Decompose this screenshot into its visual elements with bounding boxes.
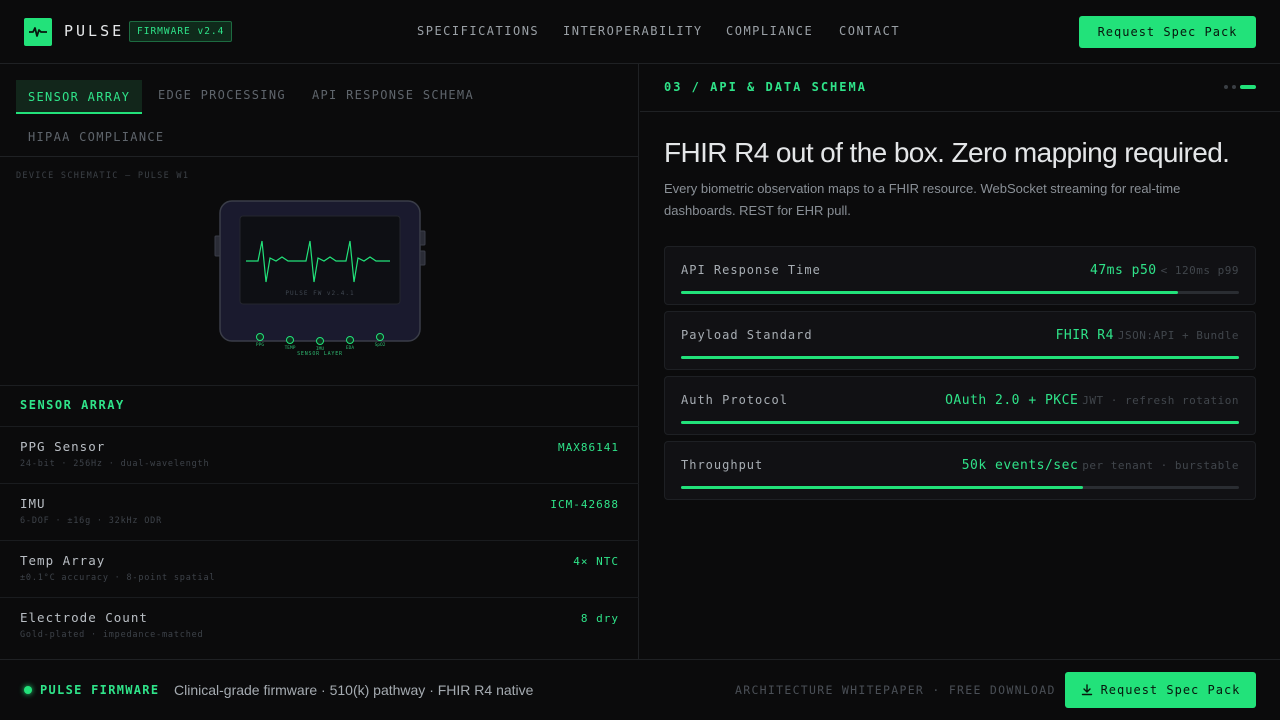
spec-value: 8 dry: [580, 612, 619, 625]
footer-brand: PULSE FIRMWARE: [40, 683, 160, 697]
pad-label-eda: EDA: [346, 345, 354, 351]
metric-main: OAuth 2.0 + PKCE: [945, 393, 1079, 408]
request-spec-pack-label: Request Spec Pack: [1097, 25, 1238, 39]
spec-row-electrode: Electrode Count Gold-plated · impedance-…: [0, 597, 639, 654]
spec-value: MAX86141: [558, 441, 619, 454]
pager-dot[interactable]: [1232, 85, 1236, 89]
top-header: PULSE FIRMWARE v2.4 SPECIFICATIONS INTER…: [0, 0, 1280, 64]
status-dot-icon: [24, 686, 32, 694]
spec-name: PPG Sensor: [20, 439, 106, 454]
metric-bar-fill: [681, 356, 1239, 359]
spec-row-ppg: PPG Sensor 24-bit · 256Hz · dual-wavelen…: [0, 426, 639, 483]
footer-bar: PULSE FIRMWARE Clinical-grade firmware ·…: [0, 659, 1280, 720]
metric-label: Payload Standard: [681, 328, 813, 342]
metric-bar: [681, 291, 1239, 294]
download-icon: [1081, 684, 1092, 696]
metric-bar-fill: [681, 291, 1178, 294]
metric-label: Throughput: [681, 458, 764, 472]
metric-note: < 120ms p99: [1160, 264, 1239, 277]
metric-card-throughput: Throughput 50k events/sec per tenant · bu…: [664, 441, 1256, 500]
footer-request-spec-pack-button[interactable]: Request Spec Pack: [1065, 672, 1256, 708]
pad-label-spo2: SpO2: [375, 342, 386, 348]
footer-cta-label: Request Spec Pack: [1100, 683, 1241, 697]
metric-bar: [681, 486, 1239, 489]
lede: Every biometric observation maps to a FH…: [664, 181, 1181, 218]
sensor-layer-label: SENSOR LAYER: [297, 351, 343, 357]
metric-bar-fill: [681, 421, 1239, 424]
brand-name: PULSE: [64, 22, 125, 40]
logo[interactable]: [24, 18, 52, 46]
spec-row-temp: Temp Array ±0.1°C accuracy · 8-point spa…: [0, 540, 639, 597]
spec-name: Electrode Count: [20, 610, 148, 625]
metric-value: 50k events/sec per tenant · burstable: [962, 458, 1239, 473]
metric-note: JSON:API + Bundle: [1117, 329, 1239, 342]
request-spec-pack-button[interactable]: Request Spec Pack: [1079, 16, 1256, 48]
metric-card-auth: Auth Protocol OAuth 2.0 + PKCE JWT · refr…: [664, 376, 1256, 435]
spec-value: 4× NTC: [573, 555, 619, 568]
metric-bar-fill: [681, 486, 1083, 489]
pad-label-ppg: PPG: [256, 342, 264, 348]
spec-name: Temp Array: [20, 553, 106, 568]
nav-interoperability[interactable]: INTEROPERABILITY: [563, 24, 703, 38]
spec-detail: 24-bit · 256Hz · dual-wavelength: [20, 459, 210, 469]
metric-bar: [681, 356, 1239, 359]
pager-dot[interactable]: [1224, 85, 1228, 89]
pager-dot-active[interactable]: [1240, 85, 1256, 89]
right-panel: 03 / API & DATA SCHEMA FHIR R4 out of th…: [640, 64, 1280, 659]
tab-hipaa-compliance[interactable]: HIPAA COMPLIANCE: [28, 120, 164, 154]
spec-detail: 6-DOF · ±16g · 32kHz ODR: [20, 516, 163, 526]
spec-value: ICM-42688: [550, 498, 619, 511]
metric-label: API Response Time: [681, 263, 821, 277]
section-divider: [0, 385, 639, 386]
right-header-divider: [640, 111, 1280, 112]
tab-edge-processing[interactable]: EDGE PROCESSING: [158, 78, 286, 112]
schematic-label: DEVICE SCHEMATIC — PULSE W1: [16, 171, 190, 181]
metric-bar: [681, 421, 1239, 424]
metric-note: per tenant · burstable: [1082, 459, 1239, 472]
spec-detail: Gold-plated · impedance-matched: [20, 630, 204, 640]
spec-detail: ±0.1°C accuracy · 8-point spatial: [20, 573, 216, 583]
whitepaper-link[interactable]: ARCHITECTURE WHITEPAPER · FREE DOWNLOAD: [735, 683, 1056, 697]
metric-card-api-response: API Response Time 47ms p50 < 120ms p99: [664, 246, 1256, 305]
nav-contact[interactable]: CONTACT: [839, 24, 900, 38]
metric-note: JWT · refresh rotation: [1082, 394, 1239, 407]
metric-main: 47ms p50: [1090, 263, 1157, 278]
footer-tagline: Clinical-grade firmware · 510(k) pathway…: [174, 682, 534, 698]
metric-main: 50k events/sec: [961, 458, 1079, 473]
spec-name: IMU: [20, 496, 46, 511]
nav-specifications[interactable]: SPECIFICATIONS: [417, 24, 539, 38]
metric-value: FHIR R4 JSON:API + Bundle: [1056, 328, 1239, 343]
firmware-badge: FIRMWARE v2.4: [129, 21, 233, 42]
tabs-divider: [0, 156, 639, 157]
nav-compliance[interactable]: COMPLIANCE: [726, 24, 813, 38]
sensor-array-title: SENSOR ARRAY: [20, 398, 125, 412]
metric-value: OAuth 2.0 + PKCE JWT · refresh rotation: [945, 393, 1239, 408]
metric-main: FHIR R4: [1055, 328, 1114, 343]
section-kicker: 03 / API & DATA SCHEMA: [664, 80, 867, 94]
device-screen-label: PULSE FW v2.4.1: [285, 290, 354, 297]
metric-value: 47ms p50 < 120ms p99: [1090, 263, 1239, 278]
left-panel: SENSOR ARRAY EDGE PROCESSING API RESPONS…: [0, 64, 639, 659]
metric-card-payload: Payload Standard FHIR R4 JSON:API + Bundl…: [664, 311, 1256, 370]
tab-api-response-schema[interactable]: API RESPONSE SCHEMA: [312, 78, 474, 112]
pad-label-temp: TEMP: [285, 345, 296, 351]
device-schematic: PULSE FW v2.4.1 PPG TEMP IMU EDA SpO2 SE…: [214, 200, 426, 357]
tab-sensor-array[interactable]: SENSOR ARRAY: [16, 80, 143, 114]
pulse-wave-icon: [29, 27, 47, 37]
spec-row-imu: IMU 6-DOF · ±16g · 32kHz ODR ICM-42688: [0, 483, 639, 540]
slide-pager[interactable]: [1224, 85, 1256, 89]
headline: FHIR R4 out of the box. Zero mapping req…: [664, 137, 1230, 168]
metric-label: Auth Protocol: [681, 393, 788, 407]
